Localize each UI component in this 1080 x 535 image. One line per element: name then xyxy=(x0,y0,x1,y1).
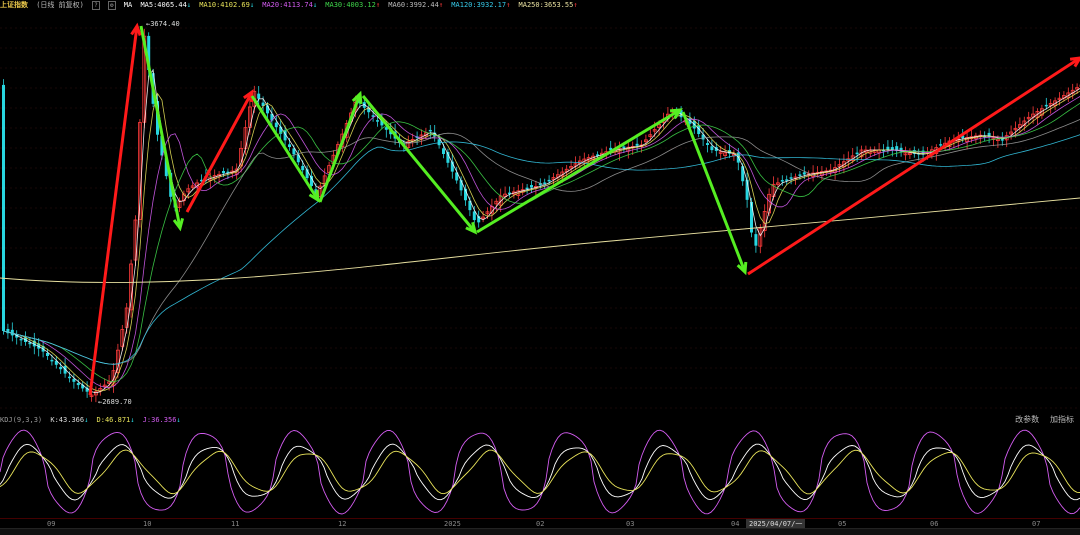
index-title[interactable]: 上证指数 xyxy=(0,0,28,10)
candle-body xyxy=(222,171,225,173)
trend-arrow xyxy=(477,110,680,232)
candle-body xyxy=(636,144,639,146)
change-params-link[interactable]: 改参数 xyxy=(1015,415,1039,424)
candle-body xyxy=(438,139,441,145)
candle-body xyxy=(301,166,304,170)
add-indicator-link[interactable]: 加指标 xyxy=(1050,415,1074,424)
help-icon[interactable]: ? xyxy=(92,1,100,10)
kdj-j: J:36.356↓ xyxy=(143,416,181,424)
candle-body xyxy=(376,120,379,122)
candle-body xyxy=(68,377,71,379)
candle-body xyxy=(886,147,889,150)
candle-body xyxy=(275,123,278,128)
ma60-value: MA60:3992.44↑ xyxy=(388,0,443,10)
period-label[interactable]: (日线 前复权) xyxy=(36,0,84,10)
candle-body xyxy=(473,211,476,220)
axis-label: 04 xyxy=(731,520,739,528)
axis-label: 05 xyxy=(838,520,846,528)
axis-label: 02 xyxy=(536,520,544,528)
candle-body xyxy=(257,94,260,99)
indicator-links: 改参数 加指标 xyxy=(1009,414,1074,426)
axis-label: 12 xyxy=(338,520,346,528)
candle-body xyxy=(59,367,62,369)
axis-label: 2025 xyxy=(444,520,461,528)
candle-body xyxy=(442,148,445,154)
axis-label: 03 xyxy=(626,520,634,528)
candle-body xyxy=(754,234,757,246)
candle-body xyxy=(72,379,75,382)
candle-body xyxy=(288,144,291,147)
ma-label: MA xyxy=(124,0,132,10)
ma250-line xyxy=(0,198,1080,283)
axis-label: 11 xyxy=(231,520,239,528)
candlestick-chart[interactable] xyxy=(0,10,1080,412)
ma20-value: MA20:4113.74↓ xyxy=(262,0,317,10)
candle-body xyxy=(548,180,551,182)
trend-arrow xyxy=(748,58,1080,274)
axis-label: 10 xyxy=(143,520,151,528)
ma5-value: MA5:4065.44↓ xyxy=(140,0,191,10)
candle-body xyxy=(710,146,713,150)
high-annotation: ←3674.40 xyxy=(146,20,180,28)
ma10-value: MA10:4102.69↓ xyxy=(199,0,254,10)
candle-body xyxy=(77,383,80,385)
candle-body xyxy=(781,180,784,182)
candle-body xyxy=(530,185,533,187)
kdj-header: KDJ(9,3,3) K:43.366↓ D:46.871↓ J:36.356↓ xyxy=(0,414,1080,426)
axis-label: 07 xyxy=(1032,520,1040,528)
gear-icon[interactable]: ⚙ xyxy=(108,1,116,10)
candle-body xyxy=(20,339,23,341)
kdj-chart[interactable] xyxy=(0,426,1080,518)
kdj-d-line xyxy=(0,450,1080,494)
candle-body xyxy=(2,85,5,331)
axis-label: 06 xyxy=(930,520,938,528)
kdj-k: K:43.366↓ xyxy=(50,416,88,424)
candle-body xyxy=(706,143,709,145)
moving-average-line xyxy=(4,96,1080,388)
candle-body xyxy=(50,360,53,362)
ma30-value: MA30:4003.12↑ xyxy=(325,0,380,10)
candle-body xyxy=(526,188,529,190)
candle-body xyxy=(1001,139,1004,141)
candle-body xyxy=(429,130,432,132)
trend-arrow xyxy=(683,112,745,272)
candle-body xyxy=(790,177,793,179)
kdj-name[interactable]: KDJ(9,3,3) xyxy=(0,416,42,424)
candle-body xyxy=(803,172,806,174)
kdj-d: D:46.871↓ xyxy=(97,416,135,424)
kdj-j-line xyxy=(0,430,1080,514)
candle-body xyxy=(785,179,788,181)
kdj-k-line xyxy=(0,444,1080,500)
axis-label: 09 xyxy=(47,520,55,528)
header-bar: 上证指数 (日线 前复权) ? ⚙ MA MA5:4065.44↓ MA10:4… xyxy=(0,0,1080,10)
candle-body xyxy=(622,146,625,148)
candle-body xyxy=(856,153,859,155)
candle-body xyxy=(543,182,546,184)
candle-body xyxy=(1045,105,1048,107)
ma120-value: MA120:3932.17↑ xyxy=(451,0,510,10)
trend-arrow xyxy=(363,96,475,232)
ma250-value: MA250:3653.55↑ xyxy=(519,0,578,10)
candle-body xyxy=(798,174,801,176)
candle-body xyxy=(939,144,942,146)
trend-arrow xyxy=(90,26,137,395)
moving-average-line xyxy=(4,90,1080,391)
trend-arrow xyxy=(141,26,180,228)
low-annotation: ←2689.70 xyxy=(98,398,132,406)
